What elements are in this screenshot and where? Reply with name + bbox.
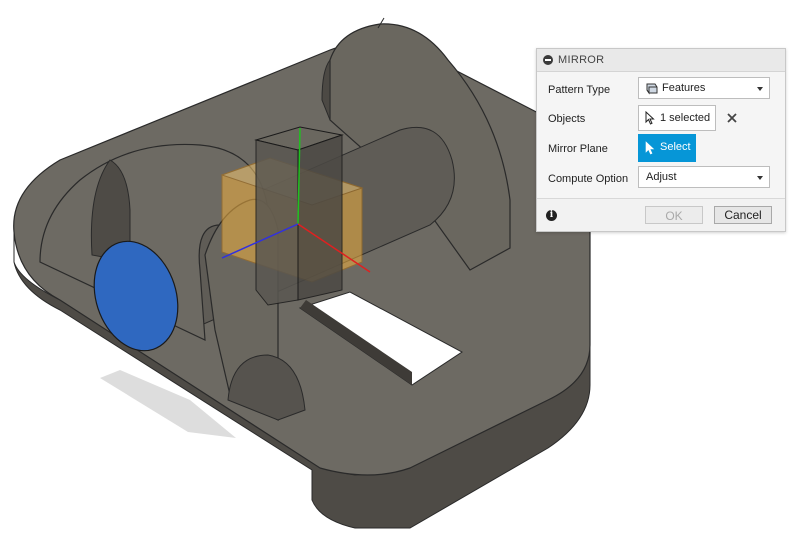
compute-option-label: Compute Option: [548, 173, 629, 185]
close-icon[interactable]: [727, 113, 737, 123]
compute-option-dropdown[interactable]: Adjust: [638, 166, 770, 188]
objects-selected-count: 1 selected: [660, 112, 711, 124]
objects-selection-button[interactable]: 1 selected: [638, 105, 716, 131]
dialog-title: MIRROR: [558, 54, 605, 66]
pattern-type-value: Features: [662, 82, 706, 94]
mirror-dialog: MIRROR Pattern Type Features Objects 1 s…: [536, 48, 786, 232]
select-label: Select: [660, 141, 691, 153]
chevron-down-icon: [757, 176, 763, 180]
dialog-header[interactable]: MIRROR: [537, 49, 785, 72]
ok-button[interactable]: OK: [645, 206, 703, 224]
info-icon[interactable]: i: [546, 210, 557, 221]
mirror-plane-label: Mirror Plane: [548, 143, 608, 155]
dialog-footer: i OK Cancel: [537, 198, 785, 231]
objects-label: Objects: [548, 113, 586, 125]
chevron-down-icon: [757, 87, 763, 91]
features-icon: [646, 83, 658, 95]
pattern-type-dropdown[interactable]: Features: [638, 77, 770, 99]
mirror-plane-select-button[interactable]: Select: [638, 134, 696, 162]
pattern-type-label: Pattern Type: [548, 84, 611, 96]
cursor-icon: [645, 141, 655, 155]
compute-option-value: Adjust: [646, 171, 677, 183]
minus-circle-icon[interactable]: [543, 55, 553, 65]
cursor-icon: [645, 111, 655, 125]
cancel-button[interactable]: Cancel: [714, 206, 772, 224]
